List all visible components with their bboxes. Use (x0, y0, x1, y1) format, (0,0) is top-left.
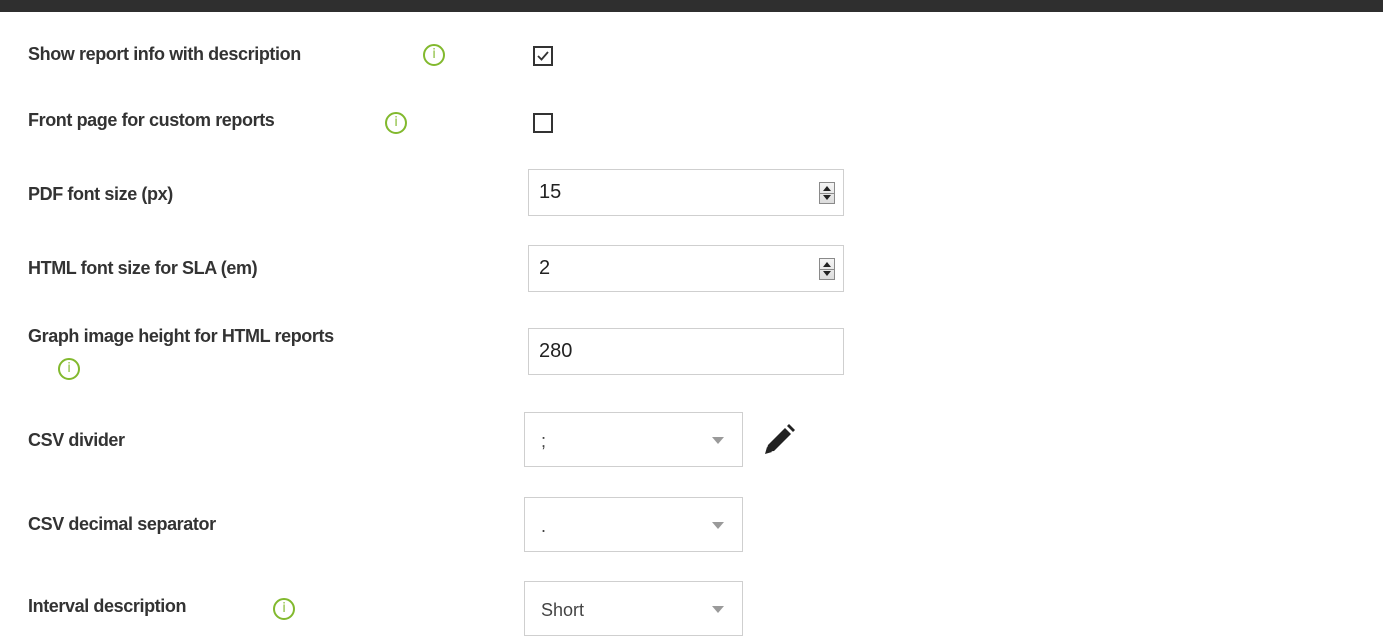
spinner-divider (820, 193, 834, 194)
pdf-font-size-label: PDF font size (px) (28, 184, 173, 204)
graph-image-height-label: Graph image height for HTML reports (28, 326, 334, 346)
front-page-custom-label: Front page for custom reports (28, 110, 275, 130)
pdf-font-size-input[interactable]: 15 (528, 169, 844, 216)
section-header-bar (0, 0, 1383, 12)
chevron-down-icon (712, 606, 724, 613)
html-font-size-sla-input[interactable]: 2 (528, 245, 844, 292)
front-page-custom-checkbox[interactable] (533, 113, 553, 133)
info-icon[interactable]: i (58, 358, 80, 380)
info-icon[interactable]: i (273, 598, 295, 620)
html-font-size-sla-label: HTML font size for SLA (em) (28, 258, 258, 278)
html-font-size-sla-spinner[interactable] (819, 258, 835, 280)
spinner-up-icon[interactable] (823, 262, 831, 267)
interval-description-selected: Short (541, 600, 585, 620)
show-report-info-checkbox[interactable] (533, 46, 553, 66)
csv-divider-label: CSV divider (28, 430, 125, 450)
spinner-divider (820, 269, 834, 270)
graph-image-height-value: 280 (539, 340, 573, 362)
info-icon[interactable]: i (423, 44, 445, 66)
spinner-down-icon[interactable] (823, 271, 831, 276)
graph-image-height-input[interactable]: 280 (528, 328, 844, 375)
csv-divider-selected: ; (541, 431, 547, 451)
interval-description-label: Interval description (28, 596, 187, 616)
chevron-down-icon (712, 522, 724, 529)
html-font-size-sla-value: 2 (539, 257, 551, 279)
info-icon[interactable]: i (385, 112, 407, 134)
csv-decimal-separator-label: CSV decimal separator (28, 514, 216, 534)
csv-divider-select[interactable]: ; (524, 412, 743, 467)
pdf-font-size-value: 15 (539, 181, 562, 203)
csv-decimal-separator-selected: . (541, 516, 547, 536)
show-report-info-label: Show report info with description (28, 44, 301, 64)
interval-description-select[interactable]: Short (524, 581, 743, 636)
pdf-font-size-spinner[interactable] (819, 182, 835, 204)
csv-decimal-separator-select[interactable]: . (524, 497, 743, 552)
chevron-down-icon (712, 437, 724, 444)
checkmark-icon (537, 51, 549, 61)
spinner-up-icon[interactable] (823, 186, 831, 191)
spinner-down-icon[interactable] (823, 195, 831, 200)
pencil-icon[interactable] (760, 424, 798, 458)
